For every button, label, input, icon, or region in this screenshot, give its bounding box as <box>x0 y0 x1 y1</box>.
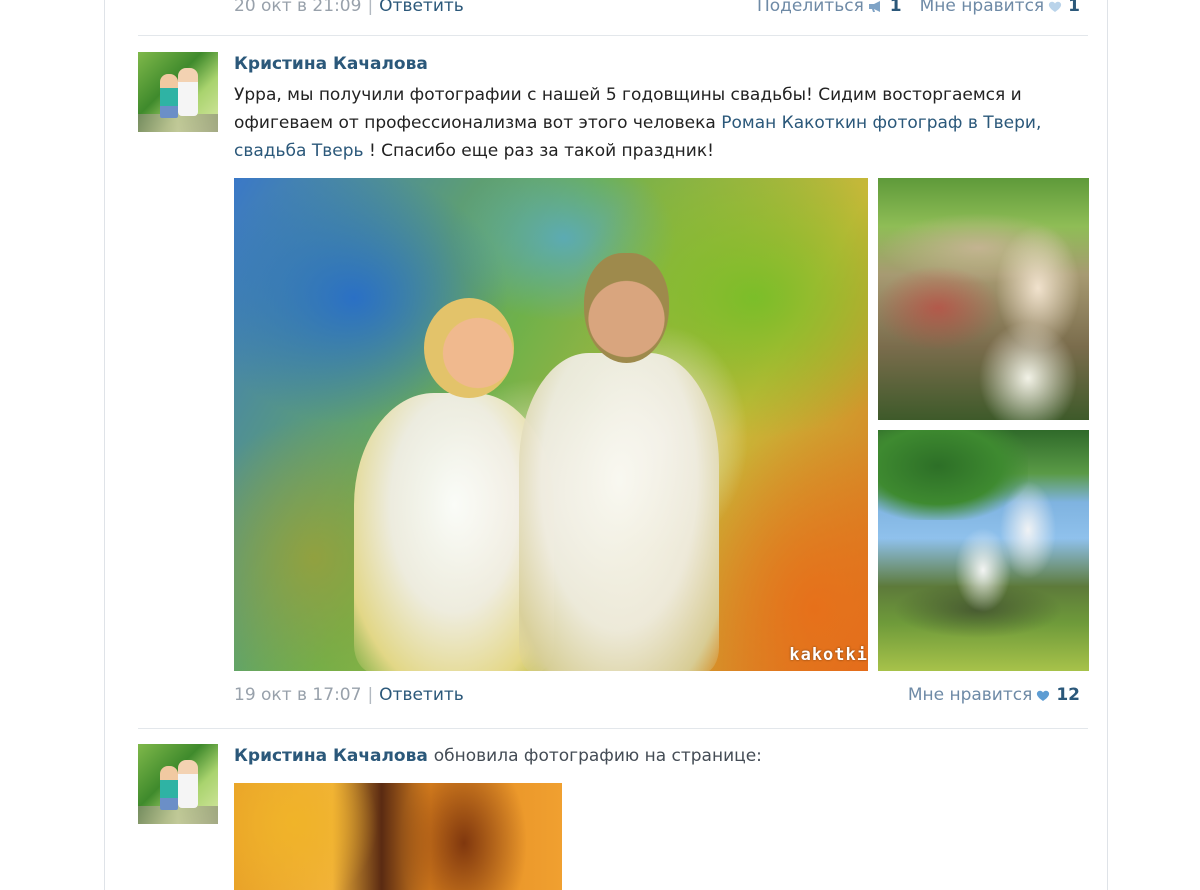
post-divider <box>138 35 1088 36</box>
post-photo-main[interactable]: kakotki <box>234 178 868 671</box>
like-button[interactable]: Мне нравится 12 <box>908 685 1080 705</box>
post-actions: Поделиться 1 Мне нравится 1 <box>757 0 1080 16</box>
photo-tree <box>878 430 1028 520</box>
avatar-figure <box>160 74 178 118</box>
like-count: 1 <box>1068 0 1080 16</box>
avatar-background <box>138 114 218 132</box>
share-count: 1 <box>889 0 902 16</box>
post-action-text: обновила фотографию на странице: <box>433 746 762 766</box>
updated-photo[interactable] <box>234 783 562 890</box>
author-name-link[interactable]: Кристина Качалова <box>234 746 428 766</box>
author-name-link[interactable]: Кристина Качалова <box>234 54 428 74</box>
reply-link[interactable]: Ответить <box>379 0 464 16</box>
post-date: 19 окт в 17:07 <box>234 685 362 705</box>
author-avatar[interactable] <box>138 52 218 132</box>
photo-watermark: kakotki <box>789 645 868 665</box>
post-photo-secondary[interactable] <box>878 430 1089 671</box>
post-photo-secondary[interactable] <box>878 178 1089 420</box>
photo-figure <box>584 253 669 363</box>
share-label: Поделиться <box>756 0 864 16</box>
next-post-header: Кристина Качалова обновила фотографию на… <box>234 746 762 766</box>
heart-icon <box>1037 690 1050 701</box>
previous-post-footer: 20 окт в 21:09 | Ответить Поделиться 1 Мне… <box>234 0 1090 20</box>
separator: | <box>367 685 374 705</box>
photo-figure <box>519 353 719 671</box>
post-text: Урра, мы получили фотографии с нашей 5 г… <box>234 81 1094 165</box>
like-label: Мне нравится <box>907 685 1033 705</box>
avatar-figure <box>178 68 198 116</box>
share-button[interactable]: Поделиться 1 <box>757 0 902 16</box>
author-avatar[interactable] <box>138 744 218 824</box>
like-label: Мне нравится <box>919 0 1045 16</box>
post-actions: Мне нравится 12 <box>908 685 1080 705</box>
post-text-part: ! Спасибо еще раз за такой праздник! <box>363 141 714 161</box>
post-divider <box>138 728 1088 729</box>
post-date: 20 окт в 21:09 <box>234 0 362 16</box>
reply-link[interactable]: Ответить <box>379 685 464 705</box>
megaphone-icon <box>868 0 880 12</box>
avatar-figure <box>178 760 198 808</box>
like-count: 12 <box>1056 685 1080 705</box>
post-footer: 19 окт в 17:07 | Ответить Мне нравится 12 <box>234 685 1090 709</box>
heart-icon <box>1049 1 1062 12</box>
avatar-background <box>138 806 218 824</box>
page: 20 окт в 21:09 | Ответить Поделиться 1 Мне… <box>0 0 1200 890</box>
photo-figure <box>424 298 514 398</box>
like-button[interactable]: Мне нравится 1 <box>920 0 1080 16</box>
separator: | <box>367 0 374 16</box>
avatar-figure <box>160 766 178 810</box>
